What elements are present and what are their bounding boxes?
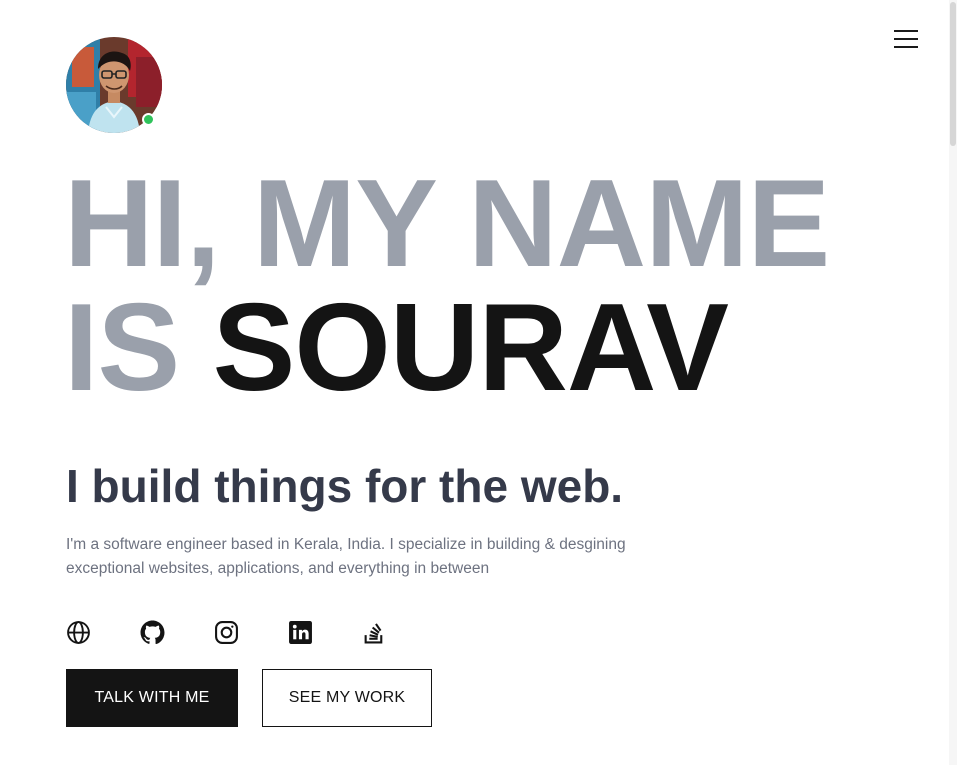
github-icon[interactable] xyxy=(140,620,165,645)
see-my-work-button[interactable]: SEE MY WORK xyxy=(262,669,432,727)
globe-icon[interactable] xyxy=(66,620,91,645)
scrollbar-thumb[interactable] xyxy=(950,2,956,146)
stackoverflow-icon[interactable] xyxy=(362,620,387,645)
page-scrollbar[interactable] xyxy=(949,0,957,765)
headline-name: SOURAV xyxy=(212,279,729,417)
instagram-icon[interactable] xyxy=(214,620,239,645)
hero-tagline: I build things for the web. xyxy=(66,460,624,512)
hamburger-menu-icon[interactable] xyxy=(894,30,918,48)
hero-headline: HI, MY NAME IS SOURAV xyxy=(64,162,904,410)
talk-with-me-button[interactable]: TALK WITH ME xyxy=(66,669,238,727)
portfolio-page: HI, MY NAME IS SOURAV I build things for… xyxy=(0,0,957,765)
headline-is: IS xyxy=(64,279,213,417)
online-status-indicator xyxy=(142,113,155,126)
hero-bio: I'm a software engineer based in Kerala,… xyxy=(66,536,626,577)
linkedin-icon[interactable] xyxy=(288,620,313,645)
headline-line-1: HI, MY NAME xyxy=(64,155,830,293)
headline-line-2: IS SOURAV xyxy=(64,286,904,410)
